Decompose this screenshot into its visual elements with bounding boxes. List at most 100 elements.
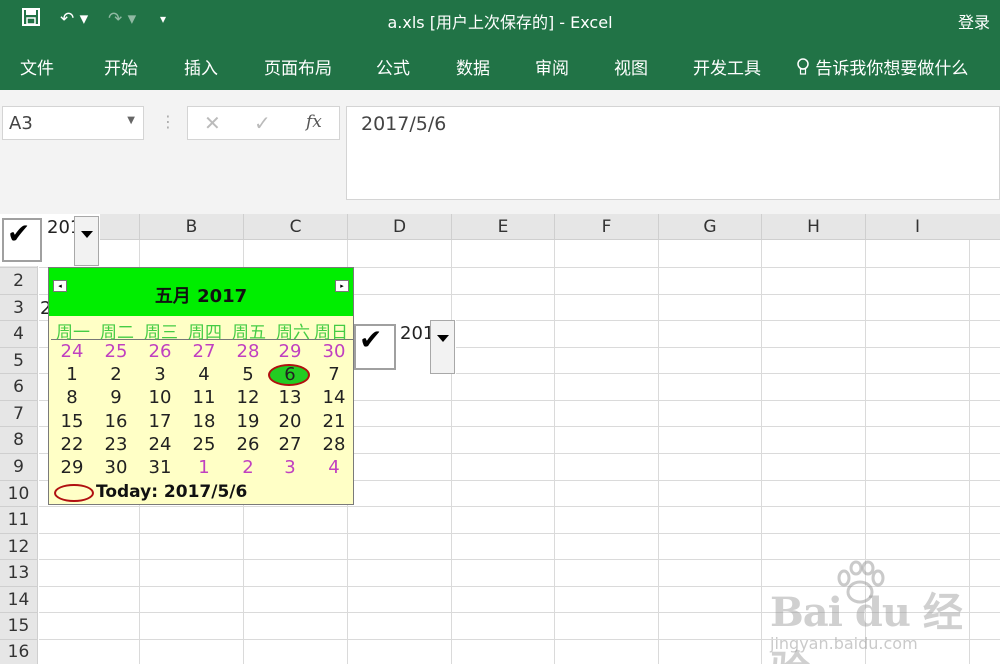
col-header-e[interactable]: E	[451, 214, 554, 240]
formula-value: 2017/5/6	[361, 113, 447, 135]
today-link[interactable]: Today: 2017/5/6	[96, 482, 247, 502]
ribbon-tabs: 文件 开始 插入 页面布局 公式 数据 审阅 视图 开发工具 告诉我你想要做什么	[0, 40, 1000, 90]
row-header-16[interactable]: 16	[0, 639, 37, 664]
row-header-11[interactable]: 11	[0, 506, 37, 533]
calendar-day[interactable]: 19	[226, 411, 270, 432]
date-picker-dropdown-button[interactable]	[430, 320, 455, 374]
col-header-i[interactable]: I	[865, 214, 969, 240]
row-header-2[interactable]: 2	[0, 267, 37, 294]
calendar-day-other-month[interactable]: 29	[268, 341, 312, 362]
login-link[interactable]: 登录	[958, 9, 990, 33]
row-header-14[interactable]: 14	[0, 586, 37, 612]
col-header-f[interactable]: F	[554, 214, 658, 240]
calendar-day[interactable]: 27	[268, 434, 312, 455]
row-header-10[interactable]: 10	[0, 480, 37, 506]
calendar-day[interactable]: 3	[138, 364, 182, 385]
calendar-day[interactable]: 25	[182, 434, 226, 455]
calendar-day[interactable]: 16	[94, 411, 138, 432]
tab-review[interactable]: 审阅	[535, 54, 569, 79]
name-box[interactable]: A3 ▼	[2, 106, 144, 140]
tab-data[interactable]: 数据	[456, 54, 490, 79]
col-header-c[interactable]: C	[243, 214, 347, 240]
calendar-day[interactable]: 11	[182, 387, 226, 408]
enter-check-icon[interactable]: ✓	[254, 111, 271, 135]
calendar-day-other-month[interactable]: 30	[312, 341, 356, 362]
calendar-day[interactable]: 28	[312, 434, 356, 455]
calendar-day[interactable]: 10	[138, 387, 182, 408]
calendar-day[interactable]: 15	[50, 411, 94, 432]
calendar-day-other-month[interactable]: 24	[50, 341, 94, 362]
calendar-day[interactable]: 1	[50, 364, 94, 385]
row-header-7[interactable]: 7	[0, 400, 37, 426]
calendar-day[interactable]: 5	[226, 364, 270, 385]
date-picker-checkbox[interactable]: ✔	[354, 323, 396, 370]
calendar-day[interactable]: 20	[268, 411, 312, 432]
calendar-day-other-month[interactable]: 4	[312, 457, 356, 478]
calendar-day-other-month[interactable]: 25	[94, 341, 138, 362]
cancel-icon[interactable]: ✕	[204, 111, 221, 135]
tell-me-box[interactable]: 告诉我你想要做什么	[796, 54, 968, 79]
calendar-day-other-month[interactable]: 3	[268, 457, 312, 478]
tab-formulas[interactable]: 公式	[376, 54, 410, 79]
row-header-5[interactable]: 5	[0, 347, 37, 373]
calendar-day[interactable]: 8	[50, 387, 94, 408]
chevron-down-icon	[437, 335, 449, 342]
date-picker-checkbox[interactable]: ✔	[2, 217, 42, 262]
calendar-day[interactable]: 21	[312, 411, 356, 432]
calendar-day[interactable]: 7	[312, 364, 356, 385]
col-header-d[interactable]: D	[347, 214, 451, 240]
calendar-day[interactable]: 18	[182, 411, 226, 432]
today-marker-icon[interactable]	[54, 484, 94, 502]
calendar-day-other-month[interactable]: 1	[182, 457, 226, 478]
date-picker-control[interactable]: ✔ 201	[352, 320, 456, 374]
calendar-day[interactable]: 30	[94, 457, 138, 478]
row-header-4[interactable]: 4	[0, 320, 37, 347]
row-header-15[interactable]: 15	[0, 612, 37, 639]
tab-insert[interactable]: 插入	[184, 54, 218, 79]
calendar-day[interactable]: 6	[268, 364, 312, 385]
tab-home[interactable]: 开始	[104, 54, 138, 79]
formula-bar-grip: ⋮	[160, 112, 176, 131]
weekday-label: 周日	[314, 323, 348, 343]
calendar-day[interactable]: 24	[138, 434, 182, 455]
date-picker-control[interactable]: ✔ 201	[0, 214, 100, 266]
weekday-label: 周一	[56, 323, 90, 343]
row-header-9[interactable]: 9	[0, 453, 37, 480]
row-header-6[interactable]: 6	[0, 373, 37, 400]
calendar-day[interactable]: 12	[226, 387, 270, 408]
chevron-down-icon[interactable]: ▼	[127, 115, 135, 126]
calendar-day[interactable]: 4	[182, 364, 226, 385]
tab-file[interactable]: 文件	[20, 54, 54, 79]
tab-page-layout[interactable]: 页面布局	[264, 54, 332, 79]
row-header-13[interactable]: 13	[0, 559, 37, 586]
insert-function-icon[interactable]: fx	[306, 112, 322, 132]
col-header-h[interactable]: H	[761, 214, 865, 240]
calendar-day-other-month[interactable]: 26	[138, 341, 182, 362]
tab-view[interactable]: 视图	[614, 54, 648, 79]
row-header-8[interactable]: 8	[0, 426, 37, 453]
calendar-day[interactable]: 26	[226, 434, 270, 455]
calendar-day-other-month[interactable]: 28	[226, 341, 270, 362]
row-header-12[interactable]: 12	[0, 533, 37, 559]
row-header-3[interactable]: 3	[0, 294, 37, 320]
weekday-label: 周五	[232, 323, 266, 343]
calendar-day[interactable]: 22	[50, 434, 94, 455]
calendar-day[interactable]: 29	[50, 457, 94, 478]
tab-developer[interactable]: 开发工具	[693, 54, 761, 79]
calendar-day[interactable]: 9	[94, 387, 138, 408]
calendar-day[interactable]: 2	[94, 364, 138, 385]
calendar-day-other-month[interactable]: 27	[182, 341, 226, 362]
col-header-b[interactable]: B	[139, 214, 243, 240]
calendar-day[interactable]: 13	[268, 387, 312, 408]
calendar-day[interactable]: 31	[138, 457, 182, 478]
next-month-icon[interactable]: ▸	[335, 280, 349, 292]
calendar-day[interactable]: 14	[312, 387, 356, 408]
calendar-day[interactable]: 17	[138, 411, 182, 432]
col-header-g[interactable]: G	[658, 214, 761, 240]
date-picker-dropdown-button[interactable]	[74, 216, 99, 266]
calendar-title: 五月 2017	[154, 286, 248, 307]
calendar-day-other-month[interactable]: 2	[226, 457, 270, 478]
calendar-day[interactable]: 23	[94, 434, 138, 455]
formula-buttons: ✕ ✓ fx	[187, 106, 340, 140]
formula-input[interactable]: 2017/5/6	[346, 106, 1000, 200]
